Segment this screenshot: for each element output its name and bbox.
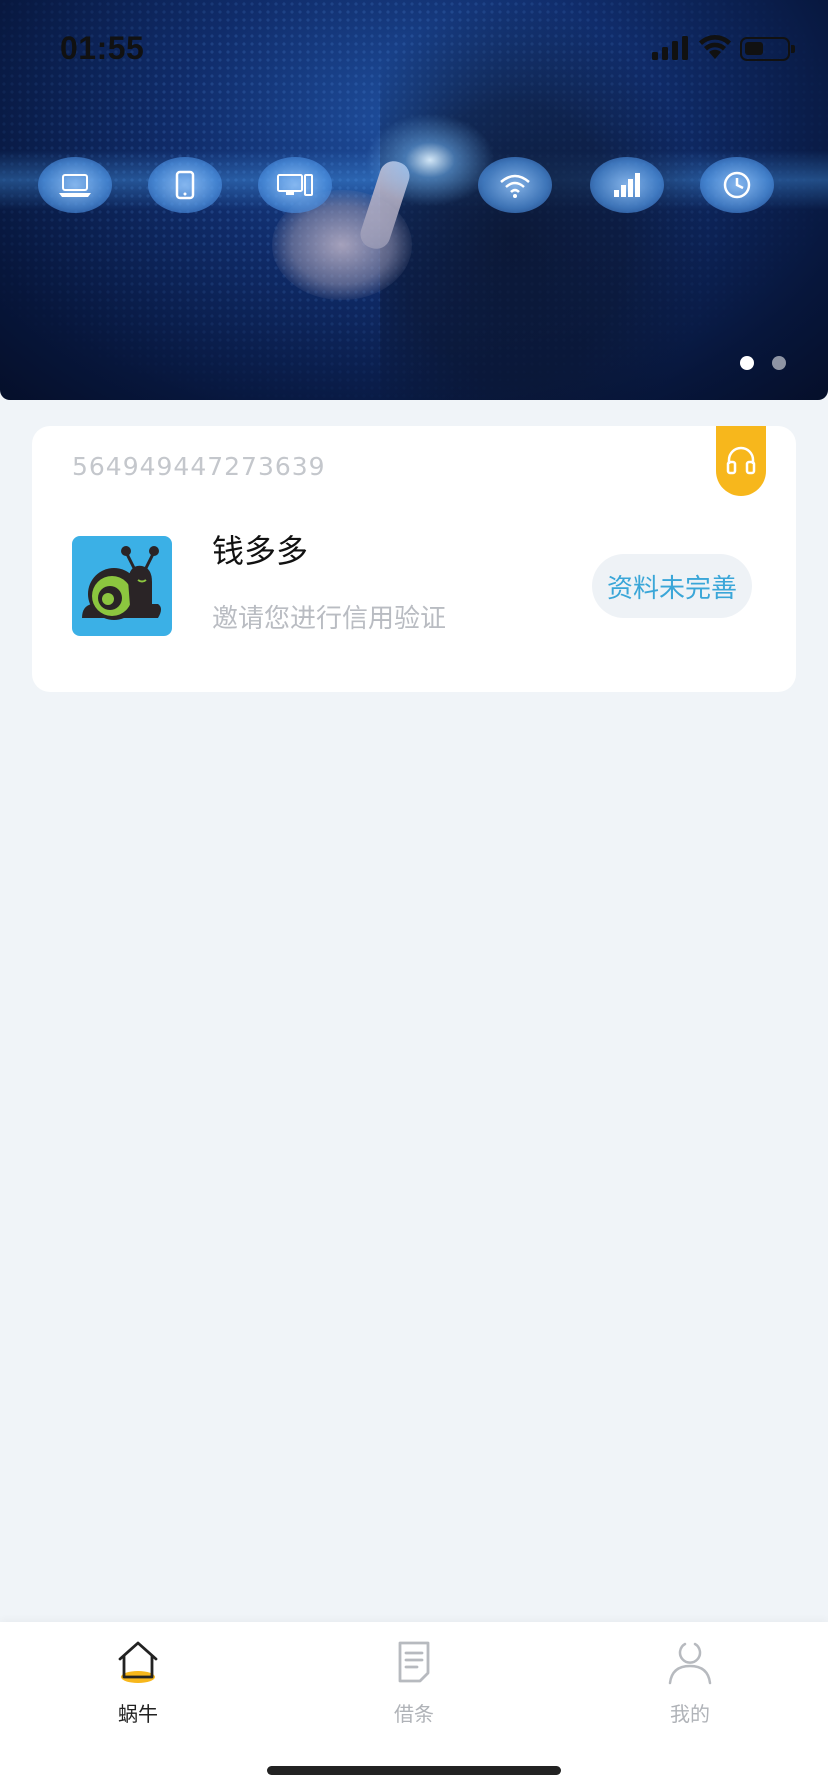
snail-logo	[72, 536, 172, 636]
tab-iou-label: 借条	[394, 1702, 434, 1726]
tab-home-label: 蜗牛	[118, 1702, 158, 1726]
user-icon	[668, 1642, 712, 1685]
home-indicator	[267, 1766, 561, 1775]
cellular-signal-icon	[652, 36, 688, 60]
carousel-dot-2[interactable]	[772, 356, 786, 370]
clock-icon	[700, 157, 774, 213]
home-icon	[118, 1641, 158, 1683]
tab-profile-label: 我的	[670, 1702, 710, 1726]
signal-icon	[590, 157, 664, 213]
tab-home[interactable]: 蜗牛	[78, 1638, 198, 1727]
carousel-dot-1[interactable]	[740, 356, 754, 370]
desktop-icon	[258, 157, 332, 213]
laptop-icon	[38, 157, 112, 213]
light-flare	[360, 110, 500, 210]
tab-iou[interactable]: 借条	[354, 1638, 474, 1727]
headset-icon	[726, 446, 756, 475]
wifi-icon	[478, 157, 552, 213]
customer-service-button[interactable]	[716, 426, 766, 496]
card-id-number: 564949447273639	[72, 452, 326, 481]
status-time: 01:55	[60, 30, 145, 66]
brand-name: 钱多多	[212, 532, 309, 570]
tablet-icon	[148, 157, 222, 213]
tab-profile[interactable]: 我的	[630, 1638, 750, 1727]
wifi-status-icon	[699, 35, 731, 59]
lender-card[interactable]: 564949447273639 钱多多 邀请您进行信用验证 资料未完善	[32, 426, 796, 692]
carousel-dots[interactable]	[740, 356, 786, 370]
profile-incomplete-button[interactable]: 资料未完善	[592, 554, 752, 618]
invite-subtitle: 邀请您进行信用验证	[212, 604, 447, 634]
battery-icon	[740, 37, 795, 61]
status-bar: 01:55	[0, 0, 828, 100]
document-icon	[398, 1641, 430, 1683]
